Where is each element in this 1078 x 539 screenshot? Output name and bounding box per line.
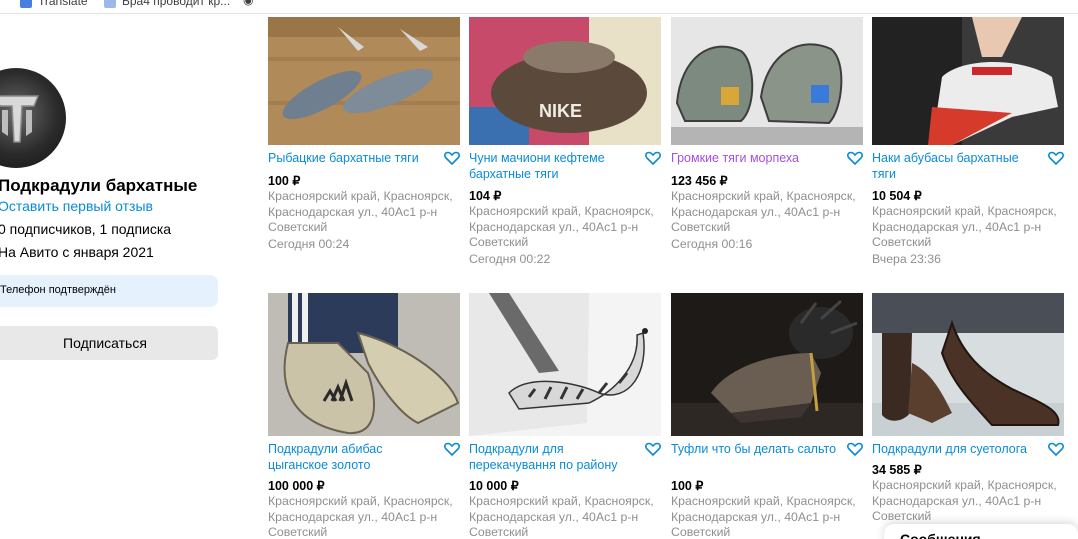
- product-address: Красноярский край, Красноярск, Краснодар…: [671, 494, 856, 539]
- product-photo-metal-shoes[interactable]: [671, 17, 863, 145]
- product-price: 10 000 ₽: [469, 479, 519, 493]
- product-address: Красноярский край, Красноярск, Краснодар…: [268, 189, 453, 234]
- subscribe-button[interactable]: Подписаться: [0, 326, 218, 360]
- favorite-heart-icon[interactable]: [645, 442, 661, 456]
- favorite-heart-icon[interactable]: [444, 442, 460, 456]
- product-date: Сегодня 00:16: [671, 237, 753, 251]
- product-price: 100 ₽: [268, 174, 301, 188]
- product-photo-gold-adidas-shoes[interactable]: [268, 293, 460, 436]
- metal-shoes-image: [671, 17, 863, 145]
- fur-heel-shoe-image: [671, 293, 863, 436]
- bookmark-bra4[interactable]: Бра4 проводит кр...: [104, 0, 230, 8]
- page-icon: [104, 0, 116, 8]
- product-photo-curled-zebra-shoe[interactable]: [469, 293, 661, 436]
- product-price: 100 000 ₽: [268, 479, 325, 493]
- svg-text:NIKE: NIKE: [539, 101, 582, 121]
- seller-name: Подкрадули бархатные: [0, 176, 198, 195]
- product-address: Красноярский край, Красноярск, Краснодар…: [872, 204, 1057, 249]
- product-title[interactable]: Подкрадули для перекачування по району: [469, 442, 641, 473]
- product-title[interactable]: Рыбацкие бархатные тяги: [268, 151, 440, 167]
- product-photo-long-brown-shoes[interactable]: [872, 293, 1064, 436]
- messages-label: Сообщения: [900, 531, 981, 539]
- product-date: Сегодня 00:22: [469, 252, 551, 266]
- product-title[interactable]: Туфли что бы делать сальто: [671, 442, 843, 458]
- favorite-heart-icon[interactable]: [444, 151, 460, 165]
- seller-sidebar: Подкрадули бархатные Оставить первый отз…: [0, 14, 230, 539]
- globe-icon[interactable]: ◉: [243, 0, 253, 7]
- product-photo-red-heel-sneakers[interactable]: [872, 17, 1064, 145]
- product-price: 104 ₽: [469, 189, 502, 203]
- product-price: 123 456 ₽: [671, 174, 728, 188]
- bookmark-translate[interactable]: Translate: [20, 0, 88, 8]
- tank-logo-icon: [0, 95, 40, 143]
- curled-zebra-shoe-image: [469, 293, 661, 436]
- product-price: 34 585 ₽: [872, 463, 922, 477]
- translate-icon: [20, 0, 32, 8]
- product-title[interactable]: Чуни мачиони кефтеме бархатные тяги: [469, 151, 641, 182]
- product-address: Красноярский край, Красноярск, Краснодар…: [872, 478, 1057, 523]
- product-address: Красноярский край, Красноярск, Краснодар…: [469, 494, 654, 539]
- red-heel-sneakers-image: [872, 17, 1064, 145]
- seller-avatar[interactable]: [0, 68, 66, 168]
- bookmarks-bar: Translate Бра4 проводит кр... ◉: [0, 0, 1078, 14]
- favorite-heart-icon[interactable]: [847, 151, 863, 165]
- product-price: 100 ₽: [671, 479, 704, 493]
- long-brown-shoes-image: [872, 293, 1064, 436]
- product-title[interactable]: Подкрадули для суетолога: [872, 442, 1044, 458]
- product-title[interactable]: Подкрадули абибас цыганское золото: [268, 442, 440, 473]
- member-since: На Авито с января 2021: [0, 244, 154, 260]
- fish-flipflops-image: [268, 17, 460, 145]
- product-price: 10 504 ₽: [872, 189, 922, 203]
- product-address: Красноярский край, Красноярск, Краснодар…: [671, 189, 856, 234]
- bookmark-label: Бра4 проводит кр...: [122, 0, 231, 8]
- product-date: Сегодня 00:24: [268, 237, 350, 251]
- product-address: Красноярский край, Красноярск, Краснодар…: [469, 204, 654, 249]
- followers-count: 0 подписчиков, 1 подписка: [0, 221, 172, 237]
- messages-popup[interactable]: Сообщения: [884, 524, 1078, 539]
- product-photo-fish-flipflops[interactable]: [268, 17, 460, 145]
- phone-verified-badge: Телефон подтверждён: [0, 275, 218, 307]
- gold-adidas-shoes-image: [268, 293, 460, 436]
- favorite-heart-icon[interactable]: [1048, 151, 1064, 165]
- product-photo-fur-heel-shoe[interactable]: [671, 293, 863, 436]
- leave-review-link[interactable]: Оставить первый отзыв: [0, 198, 153, 214]
- bookmark-label: Translate: [38, 0, 88, 8]
- favorite-heart-icon[interactable]: [1048, 442, 1064, 456]
- favorite-heart-icon[interactable]: [847, 442, 863, 456]
- favorite-heart-icon[interactable]: [645, 151, 661, 165]
- product-photo-felt-nike-slippers[interactable]: NIKE: [469, 17, 661, 145]
- product-title[interactable]: Громкие тяги морпеха: [671, 151, 843, 167]
- product-title[interactable]: Наки абубасы бархатные тяги: [872, 151, 1044, 182]
- product-date: Вчера 23:36: [872, 252, 941, 266]
- product-address: Красноярский край, Красноярск, Краснодар…: [268, 494, 453, 539]
- felt-nike-slippers-image: NIKE: [469, 17, 661, 145]
